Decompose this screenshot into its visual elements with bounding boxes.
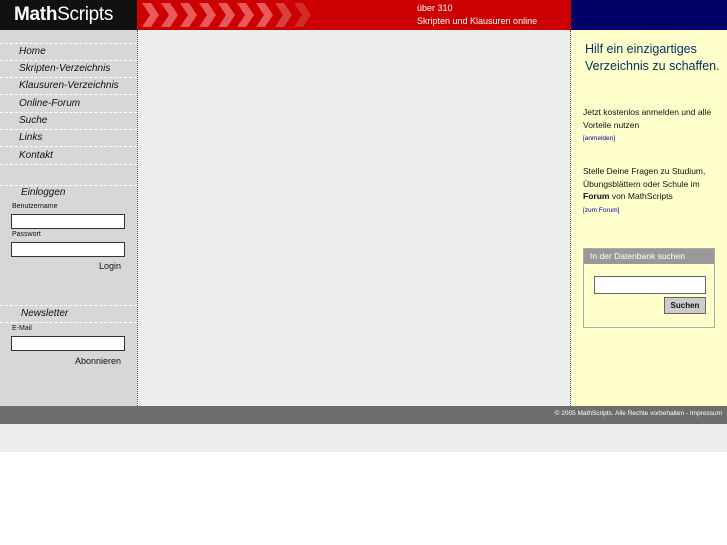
logo-light: Scripts <box>57 4 114 25</box>
section-divider <box>0 305 137 306</box>
promo-text-register: Jetzt kostenlos anmelden und alle Vortei… <box>583 106 723 146</box>
nav-item-links[interactable]: Links <box>19 132 42 143</box>
header: MathScripts über 310 Skripten und Klausu… <box>0 0 727 30</box>
logo-area[interactable]: MathScripts <box>0 0 137 30</box>
logo-bold: Math <box>14 4 58 25</box>
nav-divider <box>0 129 137 130</box>
sidebar: Home Skripten-Verzeichnis Klausuren-Verz… <box>0 30 137 406</box>
promo-text1: Jetzt kostenlos anmelden und alle Vortei… <box>583 107 712 130</box>
nav-divider <box>0 146 137 147</box>
db-search-box: In der Datenbank suchen Suchen <box>583 248 715 328</box>
header-navy-band <box>571 0 727 30</box>
username-input[interactable] <box>11 214 125 229</box>
promo-column: Hilf ein einzigartiges Verzeichnis zu sc… <box>571 30 727 406</box>
nav-divider <box>0 60 137 61</box>
tagline-line1: über 310 <box>417 3 453 13</box>
password-label: Passwort <box>12 231 41 238</box>
subfooter <box>0 424 727 452</box>
section-divider <box>0 322 137 323</box>
nav-item-kontakt[interactable]: Kontakt <box>19 150 53 161</box>
db-search-title: In der Datenbank suchen <box>584 249 714 264</box>
register-link[interactable]: [anmelden] <box>583 135 615 142</box>
email-label: E-Mail <box>12 325 32 332</box>
nav-divider <box>0 43 137 44</box>
promo-heading: Hilf ein einzigartiges Verzeichnis zu sc… <box>585 42 720 73</box>
nav-divider <box>0 94 137 95</box>
nav-item-home[interactable]: Home <box>19 46 46 57</box>
tagline-line2: Skripten und Klausuren online <box>417 16 538 26</box>
password-input[interactable] <box>11 242 125 257</box>
db-search-button[interactable]: Suchen <box>664 297 706 314</box>
login-title: Einloggen <box>21 187 66 198</box>
forum-word: Forum <box>583 191 610 201</box>
newsletter-title: Newsletter <box>21 308 69 319</box>
promo-text2-b: von MathScripts <box>609 191 673 201</box>
promo-text2-a: Stelle Deine Fragen zu Studium, Übungsbl… <box>583 166 706 189</box>
email-input[interactable] <box>11 336 125 351</box>
forum-link[interactable]: [zum Forum] <box>583 207 619 214</box>
nav-item-online-forum[interactable]: Online-Forum <box>19 98 80 109</box>
nav-divider <box>0 164 137 165</box>
footer: © 2005 MathScripts. Alle Rechte vorbehal… <box>0 406 727 424</box>
username-label: Benutzername <box>12 203 58 210</box>
nav-item-skripten-verzeichnis[interactable]: Skripten-Verzeichnis <box>19 63 110 74</box>
login-button[interactable]: Login <box>99 261 121 271</box>
promo-text-forum: Stelle Deine Fragen zu Studium, Übungsbl… <box>583 165 723 217</box>
nav-item-suche[interactable]: Suche <box>19 115 47 126</box>
copyright-text[interactable]: © 2005 MathScripts. Alle Rechte vorbehal… <box>555 410 722 417</box>
header-banner: über 310 Skripten und Klausuren online <box>137 0 571 30</box>
logo[interactable]: MathScripts <box>14 4 113 26</box>
tagline: über 310 Skripten und Klausuren online <box>417 2 537 28</box>
section-divider <box>0 185 137 186</box>
nav-divider <box>0 112 137 113</box>
nav-item-klausuren-verzeichnis[interactable]: Klausuren-Verzeichnis <box>19 80 119 91</box>
nav-divider <box>0 77 137 78</box>
db-search-input[interactable] <box>594 276 706 294</box>
page: MathScripts über 310 Skripten und Klausu… <box>0 0 727 545</box>
main-content <box>137 30 571 406</box>
chevron-arrows-icon <box>142 3 311 27</box>
subscribe-button[interactable]: Abonnieren <box>75 356 121 366</box>
